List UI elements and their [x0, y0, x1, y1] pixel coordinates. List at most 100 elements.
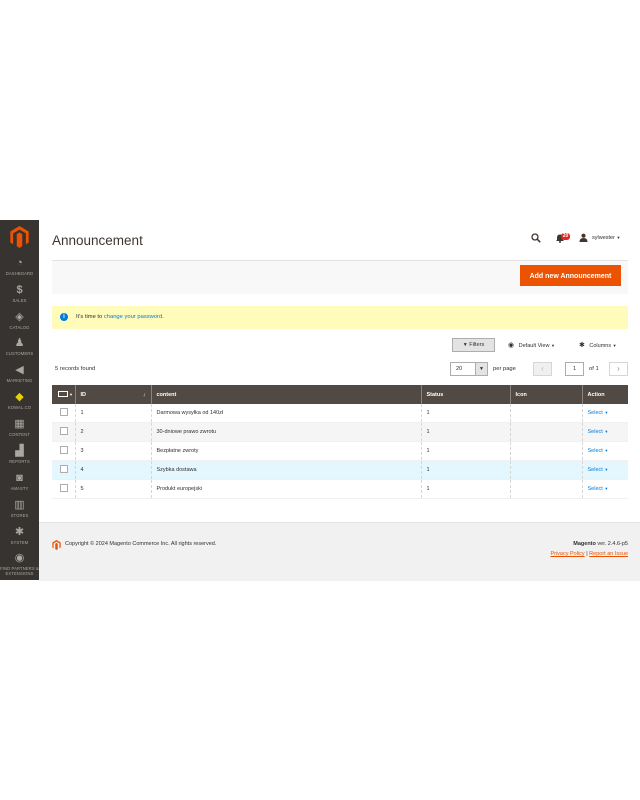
table-row[interactable]: 2 30-dniowe prawo zwrotu 1 Select ▼	[52, 422, 628, 442]
chevron-down-icon: ▼	[604, 429, 609, 434]
row-checkbox[interactable]	[60, 465, 68, 473]
view-selector[interactable]: ◉ Default View ▼	[508, 341, 555, 349]
cell-id: 2	[74, 422, 151, 442]
cell-id: 1	[74, 404, 151, 423]
speedometer-icon: ◔	[16, 257, 23, 269]
row-checkbox[interactable]	[60, 446, 68, 454]
announcement-grid: ▼ ID ↓ content Status Icon Action 1 Darmo…	[52, 385, 628, 499]
select-action-link[interactable]: Select	[588, 448, 603, 454]
sidebar-item-marketing[interactable]: ◀ MARKETING	[0, 364, 39, 383]
column-header-label: ID	[80, 391, 87, 398]
chevron-down-icon: ▼	[604, 448, 609, 453]
chevron-down-icon[interactable]: ▼	[475, 363, 487, 375]
change-password-link[interactable]: change your password	[104, 314, 162, 320]
cell-content: Szybka dostawa	[150, 460, 421, 480]
cell-id: 3	[74, 441, 151, 461]
cell-action[interactable]: Select ▼	[581, 422, 628, 442]
sidebar-item-label: STORES	[10, 513, 29, 518]
table-row[interactable]: 1 Darmowa wysyłka od 140zł 1 Select ▼	[52, 404, 628, 423]
sidebar-item-content[interactable]: ▦ CONTENT	[0, 418, 39, 437]
footer-links: Privacy Policy | Report an Issue	[550, 551, 628, 557]
chevron-down-icon: ▼	[604, 486, 609, 491]
previous-page-button[interactable]: ‹	[533, 362, 552, 376]
notification-count-badge[interactable]: 20	[561, 233, 570, 240]
brand-name: Magento	[573, 541, 596, 547]
sidebar-item-kowal[interactable]: ◆ KOWAL.CO	[0, 391, 39, 410]
eye-icon: ◉	[508, 342, 515, 349]
sidebar-item-label: REPORTS	[9, 459, 30, 464]
sidebar-item-reports[interactable]: ▟ REPORTS	[0, 445, 39, 464]
chevron-down-icon: ▼	[550, 343, 555, 348]
user-name: sylwester	[592, 234, 615, 241]
sidebar-item-label: MARKETING	[6, 378, 33, 383]
cube-icon: ◈	[15, 311, 24, 323]
mass-select-checkbox[interactable]	[58, 391, 68, 398]
select-action-link[interactable]: Select	[588, 467, 603, 473]
magento-logo-icon[interactable]	[10, 226, 29, 248]
link-separator: |	[586, 551, 588, 557]
gear-icon: ✱	[14, 526, 25, 538]
info-icon: i	[60, 313, 68, 321]
report-issue-link[interactable]: Report an Issue	[589, 551, 628, 557]
cell-status: 1	[420, 460, 510, 480]
row-checkbox[interactable]	[60, 408, 68, 416]
sidebar-item-sales[interactable]: $ SALES	[0, 284, 39, 303]
cell-action[interactable]: Select ▼	[581, 460, 628, 480]
per-page-label: per page	[493, 366, 516, 372]
cell-action[interactable]: Select ▼	[581, 404, 628, 423]
page-number-input[interactable]: 1	[565, 362, 584, 376]
cell-content: Bezpłatne zwroty	[150, 441, 421, 461]
records-found: 5 records found	[55, 366, 96, 372]
cell-action[interactable]: Select ▼	[581, 441, 628, 461]
cell-content: 30-dniowe prawo zwrotu	[150, 422, 421, 442]
sidebar-item-label: AMASTY	[10, 486, 29, 491]
mass-action-header[interactable]: ▼	[52, 385, 75, 404]
search-icon[interactable]	[531, 233, 541, 243]
next-page-button[interactable]: ›	[609, 362, 628, 376]
column-header-icon[interactable]: Icon	[509, 385, 582, 404]
user-menu[interactable]: sylwester ▼	[592, 235, 620, 241]
dollar-icon: $	[16, 284, 23, 296]
column-header-status[interactable]: Status	[420, 385, 510, 404]
select-action-link[interactable]: Select	[588, 410, 603, 416]
grid-header-row: ▼ ID ↓ content Status Icon Action	[52, 385, 628, 404]
sidebar-item-partners[interactable]: ◉ FIND PARTNERS & EXTENSIONS	[0, 552, 39, 576]
sidebar-item-label: FIND PARTNERS & EXTENSIONS	[0, 566, 39, 576]
sidebar-item-system[interactable]: ✱ SYSTEM	[0, 526, 39, 545]
per-page-value: 20	[456, 366, 463, 372]
sidebar-item-catalog[interactable]: ◈ CATALOG	[0, 311, 39, 330]
per-page-select[interactable]: 20 ▼	[450, 362, 488, 376]
box-icon: ◉	[14, 552, 25, 564]
sidebar-item-customers[interactable]: ♟ CUSTOMERS	[0, 337, 39, 356]
magento-footer-logo-icon	[52, 540, 61, 550]
column-header-content[interactable]: content	[150, 385, 421, 404]
privacy-policy-link[interactable]: Privacy Policy	[550, 551, 584, 557]
chevron-left-icon: ‹	[541, 364, 544, 373]
columns-selector[interactable]: ✱ Columns ▼	[579, 341, 617, 349]
table-row[interactable]: 4 Szybka dostawa 1 Select ▼	[52, 460, 628, 480]
sidebar-item-amasty[interactable]: ◙ AMASTY	[0, 472, 39, 491]
layout-icon: ▦	[14, 418, 25, 430]
chevron-down-icon: ▼	[612, 343, 617, 348]
select-action-link[interactable]: Select	[588, 429, 603, 435]
cell-icon	[509, 460, 582, 480]
chevron-down-icon: ▼	[69, 391, 73, 397]
cell-action[interactable]: Select ▼	[581, 479, 628, 499]
user-icon[interactable]	[579, 233, 588, 242]
column-header-id[interactable]: ID ↓	[74, 385, 151, 404]
sidebar-item-label: CONTENT	[9, 432, 30, 437]
table-row[interactable]: 5 Produkt europejski 1 Select ▼	[52, 479, 628, 499]
add-new-announcement-button[interactable]: Add new Announcement	[520, 265, 621, 286]
cell-id: 5	[74, 479, 151, 499]
sidebar-item-label: CATALOG	[9, 325, 30, 330]
filters-button[interactable]: ▼ Filters	[452, 338, 495, 352]
sidebar-item-dashboard[interactable]: ◔ DASHBOARD	[0, 257, 39, 276]
table-row[interactable]: 3 Bezpłatne zwroty 1 Select ▼	[52, 441, 628, 461]
select-action-link[interactable]: Select	[588, 486, 603, 492]
sidebar-item-label: KOWAL.CO	[7, 405, 32, 410]
admin-sidebar: ◔ DASHBOARD $ SALES ◈ CATALOG ♟ CUSTOMER…	[0, 220, 39, 580]
row-checkbox[interactable]	[60, 427, 68, 435]
cell-icon	[509, 404, 582, 423]
sidebar-item-stores[interactable]: ▥ STORES	[0, 499, 39, 518]
row-checkbox[interactable]	[60, 484, 68, 492]
